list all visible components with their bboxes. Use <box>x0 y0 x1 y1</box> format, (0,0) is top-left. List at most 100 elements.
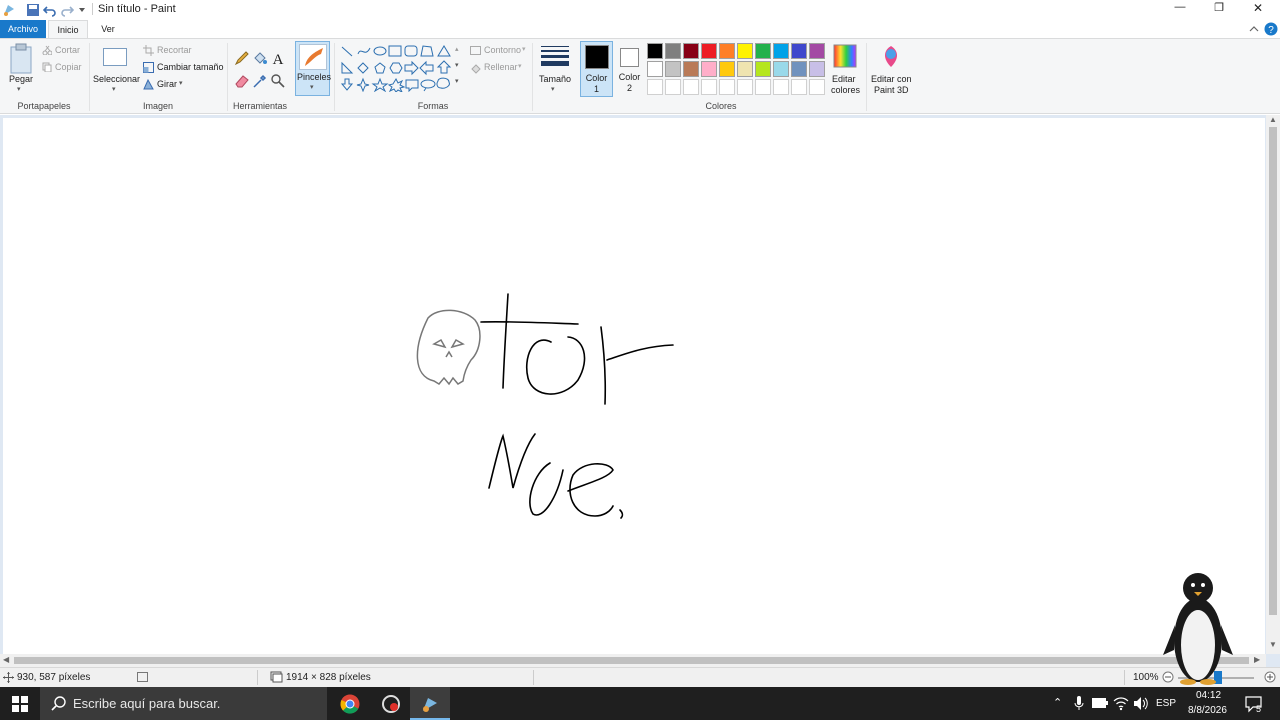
volume-icon[interactable] <box>1133 696 1149 711</box>
shapes-scroll-down-icon[interactable]: ▾ <box>455 61 459 69</box>
zoom-in-icon[interactable] <box>1264 671 1276 683</box>
close-button[interactable]: ✕ <box>1248 1 1268 15</box>
select-button[interactable]: Seleccionar <box>93 74 140 84</box>
palette-swatch[interactable] <box>755 43 771 59</box>
color2-button[interactable]: Color 2 <box>614 41 645 97</box>
tab-archivo[interactable]: Archivo <box>0 20 46 38</box>
color-picker-icon[interactable] <box>252 73 268 89</box>
crop-button[interactable]: Recortar <box>157 45 192 55</box>
magnifier-icon[interactable] <box>270 73 286 89</box>
select-dropdown-icon[interactable]: ▾ <box>112 85 116 93</box>
redo-icon[interactable] <box>60 3 74 17</box>
show-hidden-icons[interactable]: ⌃ <box>1053 696 1062 709</box>
scroll-right-icon[interactable]: ▶ <box>1254 655 1260 664</box>
custom-color-slot[interactable] <box>719 79 735 95</box>
palette-swatch[interactable] <box>683 61 699 77</box>
brushes-button[interactable]: Pinceles ▾ <box>295 41 331 96</box>
resize-button[interactable]: Cambiar tamaño <box>157 62 224 72</box>
palette-swatch[interactable] <box>719 43 735 59</box>
palette-swatch[interactable] <box>701 43 717 59</box>
rotate-dropdown-icon[interactable]: ▾ <box>179 79 183 87</box>
eraser-icon[interactable] <box>234 73 250 89</box>
edit-colors-button-line2[interactable]: colores <box>831 85 860 95</box>
scroll-down-icon[interactable]: ▼ <box>1269 640 1277 649</box>
edit-colors-button[interactable]: Editar <box>832 74 856 84</box>
fill-bucket-icon[interactable] <box>252 50 268 66</box>
customize-quick-access-icon[interactable] <box>77 5 87 15</box>
text-tool-icon[interactable]: A <box>270 50 286 66</box>
fill-dropdown-icon[interactable]: ▾ <box>518 62 522 70</box>
maximize-button[interactable]: ❐ <box>1209 1 1229 14</box>
undo-icon[interactable] <box>43 3 57 17</box>
horizontal-scroll-thumb[interactable] <box>14 657 1249 664</box>
edit-paint3d-button-line2[interactable]: Paint 3D <box>874 85 909 95</box>
shapes-gallery[interactable] <box>339 44 459 92</box>
palette-swatch[interactable] <box>809 43 825 59</box>
cut-button[interactable]: Cortar <box>55 45 80 55</box>
vertical-scroll-thumb[interactable] <box>1269 127 1277 615</box>
copy-button[interactable]: Copiar <box>55 62 82 72</box>
outline-dropdown-icon[interactable]: ▾ <box>522 45 526 53</box>
palette-swatch[interactable] <box>737 43 753 59</box>
paint-taskbar-button[interactable] <box>410 687 450 720</box>
pencil-icon[interactable] <box>234 50 250 66</box>
palette-swatch[interactable] <box>701 61 717 77</box>
custom-color-slot[interactable] <box>665 79 681 95</box>
custom-color-slot[interactable] <box>791 79 807 95</box>
fill-button[interactable]: Rellenar <box>484 62 518 72</box>
palette-swatch[interactable] <box>809 61 825 77</box>
custom-color-slot[interactable] <box>809 79 825 95</box>
palette-swatch[interactable] <box>791 61 807 77</box>
windows-start-icon[interactable] <box>12 696 28 712</box>
paste-icon[interactable] <box>9 43 33 75</box>
chrome-taskbar-button[interactable] <box>330 687 370 720</box>
wifi-icon[interactable] <box>1113 696 1129 711</box>
color1-button[interactable]: Color 1 <box>580 41 613 97</box>
palette-swatch[interactable] <box>737 61 753 77</box>
help-icon[interactable]: ? <box>1264 22 1278 36</box>
tab-inicio[interactable]: Inicio <box>48 20 88 38</box>
drawing-canvas[interactable] <box>3 118 1265 654</box>
custom-color-slot[interactable] <box>773 79 789 95</box>
shapes-scroll-up-icon[interactable]: ▴ <box>455 45 459 53</box>
battery-icon[interactable] <box>1092 698 1108 708</box>
paint-app-icon[interactable] <box>2 3 16 17</box>
size-icon[interactable] <box>541 45 569 67</box>
custom-color-slot[interactable] <box>647 79 663 95</box>
palette-swatch[interactable] <box>773 61 789 77</box>
palette-swatch[interactable] <box>665 43 681 59</box>
minimize-button[interactable]: — <box>1170 1 1190 13</box>
palette-swatch[interactable] <box>755 61 771 77</box>
shapes-expand-icon[interactable]: ▾ <box>455 77 459 85</box>
language-indicator[interactable]: ESP <box>1156 698 1176 709</box>
custom-color-slot[interactable] <box>683 79 699 95</box>
palette-swatch[interactable] <box>791 43 807 59</box>
custom-color-slot[interactable] <box>701 79 717 95</box>
collapse-ribbon-icon[interactable] <box>1248 24 1260 34</box>
scroll-left-icon[interactable]: ◀ <box>3 655 9 664</box>
microphone-icon[interactable] <box>1074 696 1084 711</box>
search-box[interactable]: Escribe aquí para buscar. <box>40 687 327 720</box>
scroll-up-icon[interactable]: ▲ <box>1269 115 1277 124</box>
clock-time[interactable]: 04:12 <box>1196 690 1221 701</box>
palette-swatch[interactable] <box>773 43 789 59</box>
rotate-button[interactable]: Girar <box>157 79 177 89</box>
size-dropdown-icon[interactable]: ▾ <box>551 85 555 93</box>
select-icon[interactable] <box>103 48 127 66</box>
horizontal-scrollbar[interactable]: ◀ ▶ <box>0 654 1266 667</box>
recorder-taskbar-button[interactable] <box>370 687 410 720</box>
palette-swatch[interactable] <box>665 61 681 77</box>
palette-swatch[interactable] <box>719 61 735 77</box>
palette-swatch[interactable] <box>647 61 663 77</box>
palette-swatch[interactable] <box>647 43 663 59</box>
edit-paint3d-button[interactable]: Editar con <box>871 74 912 84</box>
size-button[interactable]: Tamaño <box>539 74 571 84</box>
outline-button[interactable]: Contorno <box>484 45 521 55</box>
clock-date[interactable]: 8/8/2026 <box>1188 705 1227 716</box>
vertical-scrollbar[interactable]: ▲ ▼ <box>1266 115 1280 654</box>
save-icon[interactable] <box>26 3 40 17</box>
paste-dropdown-icon[interactable]: ▾ <box>17 85 21 93</box>
custom-color-slot[interactable] <box>737 79 753 95</box>
palette-swatch[interactable] <box>683 43 699 59</box>
custom-color-slot[interactable] <box>755 79 771 95</box>
